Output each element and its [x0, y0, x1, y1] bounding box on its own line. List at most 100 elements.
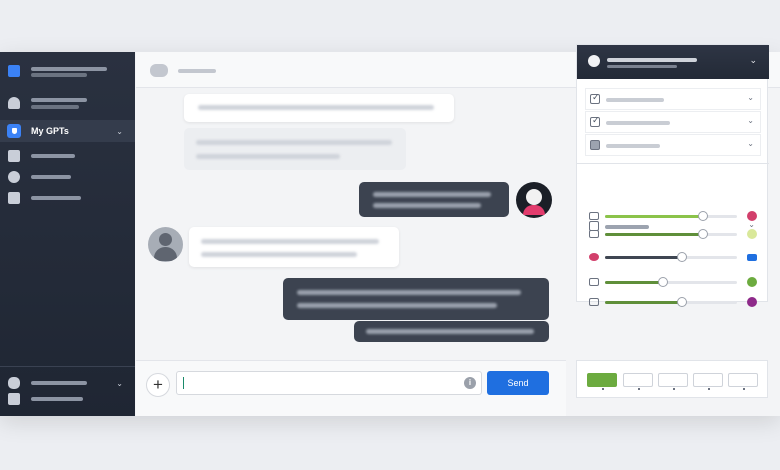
sidebar: My GPTs ⌄ ⌄ [0, 52, 135, 416]
toolbar-button-active[interactable] [587, 373, 617, 390]
slider-track[interactable] [605, 211, 737, 221]
message-text-placeholder [196, 154, 340, 159]
panel-subtitle-placeholder [607, 65, 677, 68]
sidebar-item-placeholder [31, 196, 81, 200]
info-icon[interactable]: i [464, 377, 476, 389]
composer: + i Send [136, 360, 566, 416]
slider-fill [605, 215, 703, 218]
slider-fill [605, 281, 664, 284]
message-bubble [184, 94, 454, 122]
chat-area [136, 88, 566, 360]
model-name-placeholder [178, 69, 216, 73]
sidebar-item-2[interactable] [0, 166, 135, 188]
panel-header[interactable]: ⌄ [577, 45, 769, 79]
toolbar-button[interactable] [728, 373, 758, 390]
toolbar-panel [576, 360, 768, 398]
document-icon [8, 393, 20, 405]
option-row[interactable]: ⌄ [585, 111, 761, 133]
text-caret [183, 377, 184, 389]
checkbox[interactable] [590, 92, 600, 104]
assistant-message-bubble [189, 227, 399, 267]
sidebar-item-placeholder [31, 381, 87, 385]
slider-row [577, 295, 769, 309]
profile-sub-placeholder [31, 105, 79, 109]
model-icon[interactable] [150, 64, 168, 77]
panel-divider [577, 163, 769, 164]
chevron-down-icon[interactable]: ⌄ [747, 139, 754, 148]
slider-handle[interactable] [697, 211, 708, 221]
slider-handle[interactable] [697, 229, 708, 239]
color-swatch[interactable] [747, 211, 757, 221]
slider-row [577, 275, 769, 289]
sidebar-item-1[interactable] [0, 145, 135, 167]
shield-icon [7, 124, 21, 138]
chevron-down-icon[interactable]: ⌄ [116, 127, 123, 136]
sidebar-item-my-gpts[interactable]: My GPTs ⌄ [0, 120, 135, 142]
message-text-placeholder [201, 252, 357, 257]
sidebar-item-placeholder [31, 154, 75, 158]
gear-icon [588, 55, 600, 67]
checkbox[interactable] [590, 140, 600, 150]
option-row[interactable]: ⌄ [585, 134, 761, 156]
chat-icon [589, 298, 599, 306]
option-label-placeholder [606, 144, 660, 148]
toolbar-button[interactable] [693, 373, 723, 390]
app-logo-icon [8, 65, 20, 77]
message-bubble [184, 128, 406, 170]
message-text-placeholder [373, 203, 481, 208]
mail-icon [589, 278, 599, 286]
chevron-down-icon[interactable]: ⌄ [747, 116, 754, 125]
option-label-placeholder [606, 98, 664, 102]
sidebar-item-placeholder [31, 397, 83, 401]
color-swatch[interactable] [747, 229, 757, 239]
chevron-down-icon[interactable]: ⌄ [116, 379, 123, 388]
send-button[interactable]: Send [487, 371, 549, 395]
slider-track[interactable] [605, 297, 737, 307]
card-icon [589, 230, 599, 238]
person-icon [8, 171, 20, 183]
message-text-placeholder [196, 140, 392, 145]
slider-handle[interactable] [658, 277, 669, 287]
message-text-placeholder [373, 192, 491, 197]
sidebar-item-docs[interactable] [0, 388, 135, 410]
toolbar-button[interactable] [658, 373, 688, 390]
chevron-down-icon[interactable]: ⌄ [749, 55, 757, 66]
slider-handle[interactable] [676, 252, 687, 262]
slider-fill [605, 233, 703, 236]
square-icon [8, 150, 20, 162]
sidebar-item-3[interactable] [0, 187, 135, 209]
slider-track[interactable] [605, 252, 737, 262]
slider-track[interactable] [605, 277, 737, 287]
message-text-placeholder [198, 105, 434, 110]
slider-track[interactable] [605, 229, 737, 239]
message-text-placeholder [297, 303, 497, 308]
chevron-down-icon[interactable]: ⌄ [747, 93, 754, 102]
user-icon [8, 97, 20, 109]
checkbox[interactable] [590, 115, 600, 127]
attach-button[interactable]: + [146, 373, 170, 397]
user-avatar[interactable] [516, 182, 552, 218]
link-icon [589, 212, 599, 220]
slider-row [577, 250, 769, 264]
slider-fill [605, 301, 682, 304]
slider-row [577, 227, 769, 241]
message-input[interactable] [176, 371, 482, 395]
assistant-avatar[interactable] [148, 227, 183, 262]
app-subtitle-placeholder [31, 73, 87, 77]
heart-icon [589, 253, 599, 261]
app-name-placeholder [31, 67, 107, 71]
color-swatch[interactable] [747, 254, 757, 261]
message-text-placeholder [366, 329, 534, 334]
panel-title-placeholder [607, 58, 697, 62]
user-message-bubble [283, 278, 549, 320]
copy-icon [8, 192, 20, 204]
sidebar-item-profile[interactable] [0, 92, 135, 114]
sidebar-item-label: My GPTs [31, 126, 69, 136]
toolbar-button[interactable] [623, 373, 653, 390]
color-swatch[interactable] [747, 277, 757, 287]
option-row[interactable]: ⌄ [585, 88, 761, 110]
color-swatch[interactable] [747, 297, 757, 307]
slider-handle[interactable] [676, 297, 687, 307]
sidebar-header[interactable] [0, 60, 135, 82]
message-text-placeholder [201, 239, 379, 244]
